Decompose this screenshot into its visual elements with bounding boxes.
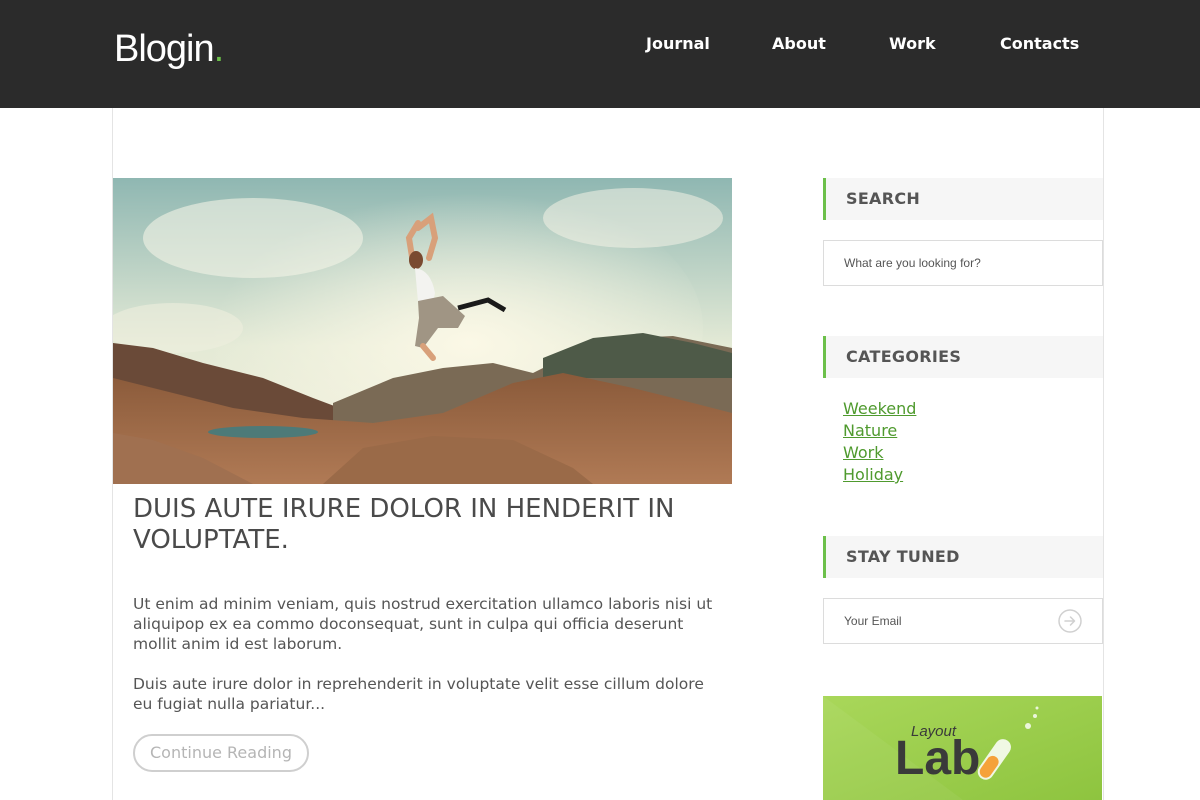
site-logo[interactable]: Blogin. <box>114 28 225 71</box>
category-link-holiday[interactable]: Holiday <box>843 465 903 484</box>
continue-reading-button[interactable]: Continue Reading <box>133 734 309 772</box>
logo-dot: . <box>213 28 225 70</box>
nav-about[interactable]: About <box>772 34 826 53</box>
layout-lab-logo: Layout Lab <box>823 696 1102 800</box>
nav-contacts[interactable]: Contacts <box>1000 34 1079 53</box>
category-link-nature[interactable]: Nature <box>843 421 897 440</box>
post-hero-image[interactable] <box>113 178 732 484</box>
search-input[interactable] <box>823 240 1103 286</box>
post-paragraph: Ut enim ad minim veniam, quis nostrud ex… <box>133 595 713 653</box>
post-paragraph: Duis aute irure dolor in reprehenderit i… <box>133 675 704 713</box>
logo-text: Blogin <box>114 28 215 70</box>
site-header: Blogin. Journal About Work Contacts <box>0 0 1200 108</box>
categories-widget-title: CATEGORIES <box>846 347 962 366</box>
arrow-right-circle-icon[interactable] <box>1058 609 1082 633</box>
category-link-work[interactable]: Work <box>843 443 884 462</box>
stay-tuned-widget-title: STAY TUNED <box>846 547 960 566</box>
nav-work[interactable]: Work <box>889 34 936 53</box>
banner-big-text: Lab <box>895 732 980 785</box>
categories-widget-header: CATEGORIES <box>823 336 1103 378</box>
stay-tuned-widget-header: STAY TUNED <box>823 536 1103 578</box>
nav-journal[interactable]: Journal <box>646 34 710 53</box>
layout-lab-banner[interactable]: Layout Lab <box>823 696 1102 800</box>
post-title[interactable]: Duis aute irure dolor in henderit in vol… <box>133 494 723 556</box>
search-widget-header: SEARCH <box>823 178 1103 220</box>
search-widget-title: SEARCH <box>846 189 921 208</box>
content-frame-right <box>1103 108 1104 800</box>
category-link-weekend[interactable]: Weekend <box>843 399 916 418</box>
mountain-jump-photo <box>113 178 732 484</box>
